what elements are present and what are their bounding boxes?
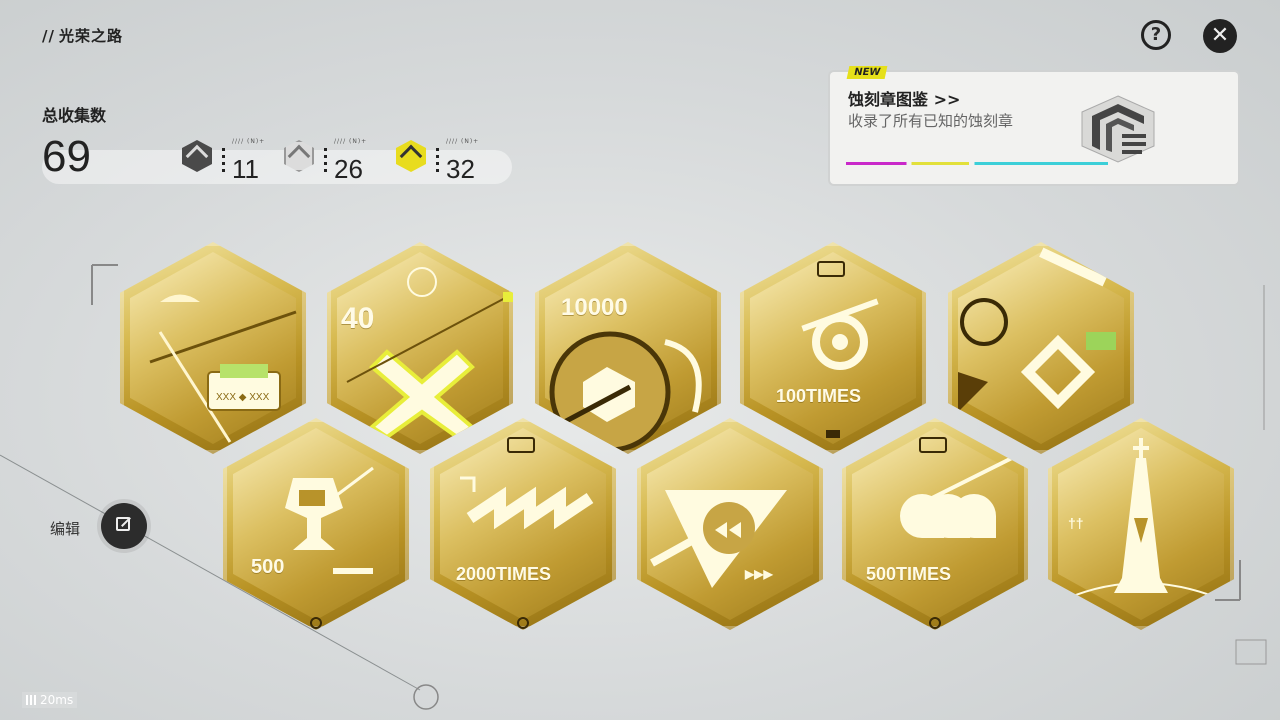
help-question-icon[interactable]: ? xyxy=(1141,20,1171,50)
badge-2000-times-text: 2000TIMES xyxy=(456,564,552,584)
tier-gold-count: 32 xyxy=(446,154,475,184)
svg-text:▶▶▶: ▶▶▶ xyxy=(744,567,773,581)
tier-silver: //// (N)+ 26 xyxy=(284,138,374,184)
badge-500-times-text: 500TIMES xyxy=(866,564,952,584)
signal-icon xyxy=(26,695,36,705)
catalog-subtitle: 收录了所有已知的蚀刻章 xyxy=(848,112,1014,130)
tier-silver-count: 26 xyxy=(334,154,363,184)
badge-500-text: 500 xyxy=(251,556,285,578)
tier-dark-count: 11 xyxy=(232,154,259,184)
catalog-color-stripe xyxy=(846,162,1108,165)
network-ping: 20ms xyxy=(22,692,78,708)
catalog-title[interactable]: 蚀刻章图鉴 >> xyxy=(848,86,960,110)
catalog-emblem-icon xyxy=(1081,95,1155,163)
silver-hex-icon xyxy=(284,140,314,172)
dark-hex-icon xyxy=(182,140,212,172)
tier-gold: //// (N)+ 32 xyxy=(396,138,486,184)
badge-10000-text: 10000 xyxy=(561,294,628,321)
svg-text:XXX ◆ XXX: XXX ◆ XXX xyxy=(216,392,270,403)
close-x-icon[interactable]: ✕ xyxy=(1203,19,1237,53)
badge-40-text: 40 xyxy=(341,302,375,335)
gold-hex-icon xyxy=(396,140,426,172)
total-collection-value: 69 xyxy=(42,132,91,181)
new-badge: NEW xyxy=(846,66,888,79)
svg-text:††: †† xyxy=(1068,515,1084,531)
page-title: //光荣之路 xyxy=(42,27,123,45)
total-collection-label: 总收集数 xyxy=(42,106,107,125)
badge-100-times-text: 100TIMES xyxy=(776,386,862,406)
edit-button[interactable] xyxy=(101,503,147,549)
tier-dark: //// (N)+ 11 xyxy=(182,138,272,184)
edit-label: 编辑 xyxy=(50,520,81,538)
